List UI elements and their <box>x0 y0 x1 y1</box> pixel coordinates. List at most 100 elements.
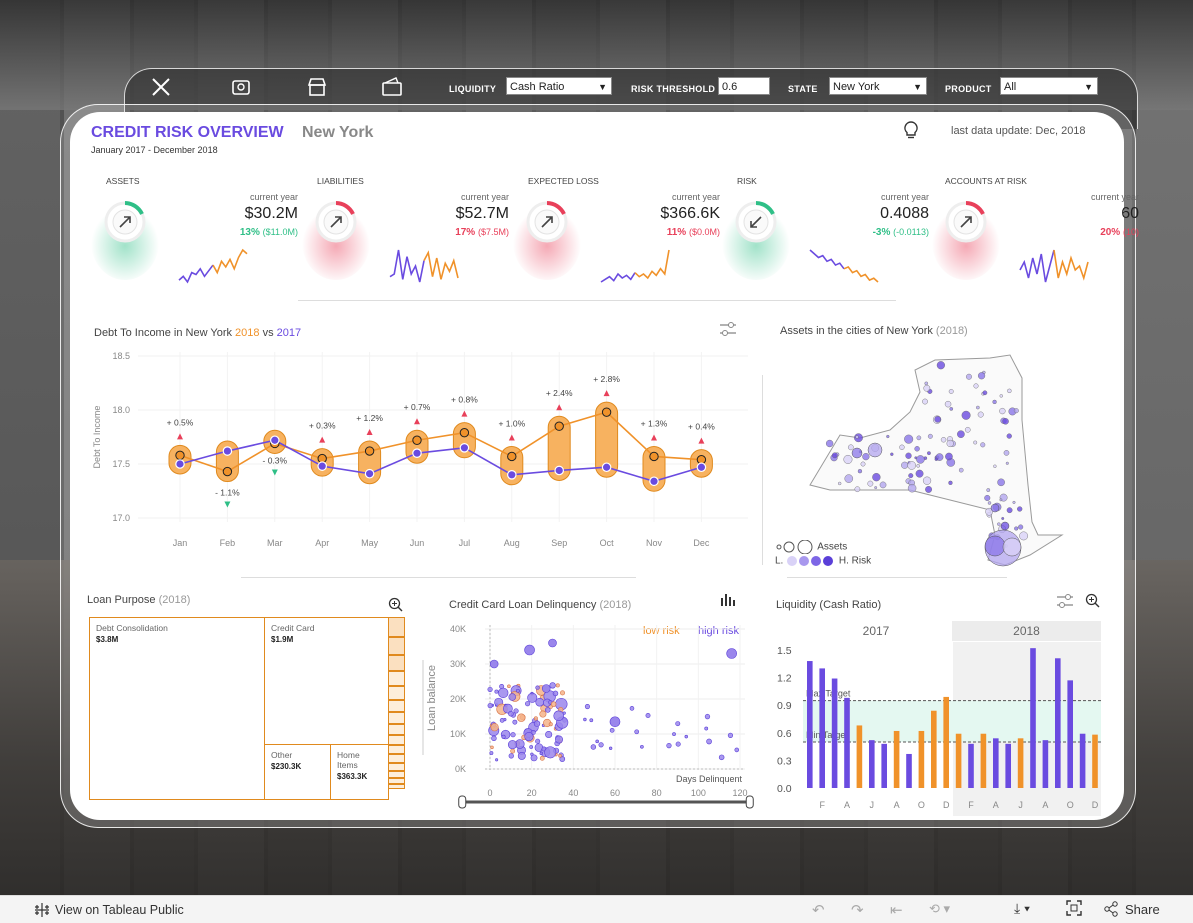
liquidity-bar[interactable] <box>807 661 813 788</box>
city-bubble[interactable] <box>961 410 971 420</box>
tab-2018[interactable]: 2018 <box>952 621 1101 641</box>
city-bubble[interactable] <box>999 407 1006 415</box>
city-bubble[interactable] <box>1007 388 1012 394</box>
wallet-icon[interactable] <box>228 76 254 100</box>
liquidity-bar[interactable] <box>1055 658 1061 788</box>
city-bubble[interactable] <box>934 457 938 461</box>
treemap-small-cell[interactable] <box>388 745 405 754</box>
city-bubble[interactable] <box>946 439 954 448</box>
account-point[interactable] <box>529 745 534 749</box>
account-point[interactable] <box>704 726 709 731</box>
account-point[interactable] <box>508 710 514 717</box>
city-bubble[interactable] <box>925 486 932 493</box>
city-bubble[interactable] <box>831 452 838 459</box>
city-bubble[interactable] <box>908 473 914 479</box>
liquidity-bar[interactable] <box>844 697 850 788</box>
liquidity-bar[interactable] <box>955 733 962 788</box>
point-2017[interactable] <box>222 446 233 456</box>
tab-2017[interactable]: 2017 <box>803 621 949 641</box>
zoom-icon[interactable] <box>1085 593 1100 613</box>
account-point[interactable] <box>555 683 560 688</box>
account-point[interactable] <box>590 744 597 750</box>
city-bubble[interactable] <box>916 435 922 441</box>
account-point[interactable] <box>491 735 497 742</box>
account-point[interactable] <box>544 707 551 713</box>
liquidity-bar[interactable] <box>1092 734 1098 788</box>
account-point[interactable] <box>490 745 494 750</box>
point-2017[interactable] <box>601 462 612 473</box>
point-2017[interactable] <box>270 435 280 446</box>
account-point[interactable] <box>718 754 725 761</box>
account-point[interactable] <box>553 710 564 722</box>
city-bubble[interactable] <box>1012 500 1016 504</box>
liquidity-bar[interactable] <box>831 678 838 788</box>
treemap-small-cell[interactable] <box>388 763 405 771</box>
city-bubble[interactable] <box>916 464 920 468</box>
treemap-small-cell[interactable] <box>388 671 405 686</box>
point-2017[interactable] <box>364 468 375 479</box>
account-point[interactable] <box>706 738 712 745</box>
liquidity-bar[interactable] <box>1079 733 1086 788</box>
point-2017[interactable] <box>649 476 659 487</box>
treemap-small-cell[interactable] <box>388 700 405 712</box>
treemap-small-cell[interactable] <box>388 637 405 655</box>
liquidity-select[interactable]: Cash Ratio ▼ <box>506 77 612 95</box>
city-bubble[interactable] <box>904 434 914 444</box>
account-point[interactable] <box>517 751 526 760</box>
treemap-small-cell[interactable] <box>388 712 405 724</box>
city-bubble[interactable] <box>984 494 991 501</box>
city-bubble[interactable] <box>1000 521 1010 531</box>
point-2018[interactable] <box>554 421 564 431</box>
city-bubble[interactable] <box>990 503 1000 513</box>
city-bubble[interactable] <box>999 498 1003 502</box>
account-point[interactable] <box>494 689 499 694</box>
city-bubble[interactable] <box>867 442 883 458</box>
city-bubble[interactable] <box>964 426 971 433</box>
account-point[interactable] <box>495 758 499 762</box>
city-bubble[interactable] <box>1013 408 1019 414</box>
city-bubble[interactable] <box>1017 506 1023 512</box>
account-point[interactable] <box>609 716 621 728</box>
liquidity-bar[interactable] <box>1042 740 1049 788</box>
city-bubble[interactable] <box>872 473 881 482</box>
x-icon[interactable] <box>148 76 174 100</box>
point-2017[interactable] <box>696 462 707 473</box>
account-point[interactable] <box>490 723 499 732</box>
city-bubble[interactable] <box>905 452 912 459</box>
city-bubble[interactable] <box>948 389 954 394</box>
state-select[interactable]: New York ▼ <box>829 77 927 95</box>
city-bubble[interactable] <box>851 447 863 459</box>
account-point[interactable] <box>515 688 520 693</box>
city-bubble[interactable] <box>874 486 878 490</box>
treemap-small-cell[interactable] <box>388 771 405 778</box>
account-point[interactable] <box>545 730 553 739</box>
city-bubble[interactable] <box>901 461 909 469</box>
city-bubble[interactable] <box>879 481 887 489</box>
point-2017[interactable] <box>554 465 564 476</box>
city-bubble[interactable] <box>1002 418 1009 425</box>
city-bubble[interactable] <box>860 461 866 467</box>
account-point[interactable] <box>499 718 505 723</box>
store-icon[interactable] <box>304 76 330 100</box>
liquidity-bar[interactable] <box>869 740 875 788</box>
account-point[interactable] <box>583 717 587 722</box>
city-bubble[interactable] <box>948 480 953 485</box>
city-bubble[interactable] <box>982 390 988 396</box>
point-2018[interactable] <box>507 451 517 462</box>
city-bubble[interactable] <box>848 444 854 451</box>
account-point[interactable] <box>544 746 557 759</box>
account-point[interactable] <box>552 690 559 697</box>
account-point[interactable] <box>535 685 540 690</box>
share-icon[interactable] <box>1103 901 1119 922</box>
filter-sliders-icon[interactable] <box>718 320 738 343</box>
city-bubble[interactable] <box>973 383 979 389</box>
account-point[interactable] <box>539 710 547 718</box>
account-point[interactable] <box>634 729 640 735</box>
city-bubble[interactable] <box>944 400 952 408</box>
city-bubble[interactable] <box>927 451 931 456</box>
account-point[interactable] <box>598 742 604 748</box>
account-point[interactable] <box>589 718 594 723</box>
city-bubble[interactable] <box>890 452 894 456</box>
account-point[interactable] <box>510 732 516 738</box>
city-bubble[interactable] <box>980 442 986 448</box>
